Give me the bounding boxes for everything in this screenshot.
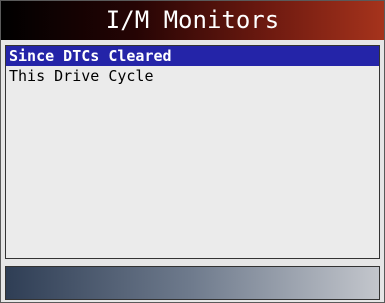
menu-item-since-dtcs-cleared[interactable]: Since DTCs Cleared <box>6 46 379 66</box>
menu-item-this-drive-cycle[interactable]: This Drive Cycle <box>6 66 379 86</box>
screen-title: I/M Monitors <box>1 1 384 40</box>
device-screen: I/M Monitors Since DTCs Cleared This Dri… <box>0 0 385 303</box>
menu-list: Since DTCs Cleared This Drive Cycle <box>5 45 380 259</box>
status-bar <box>5 266 380 300</box>
